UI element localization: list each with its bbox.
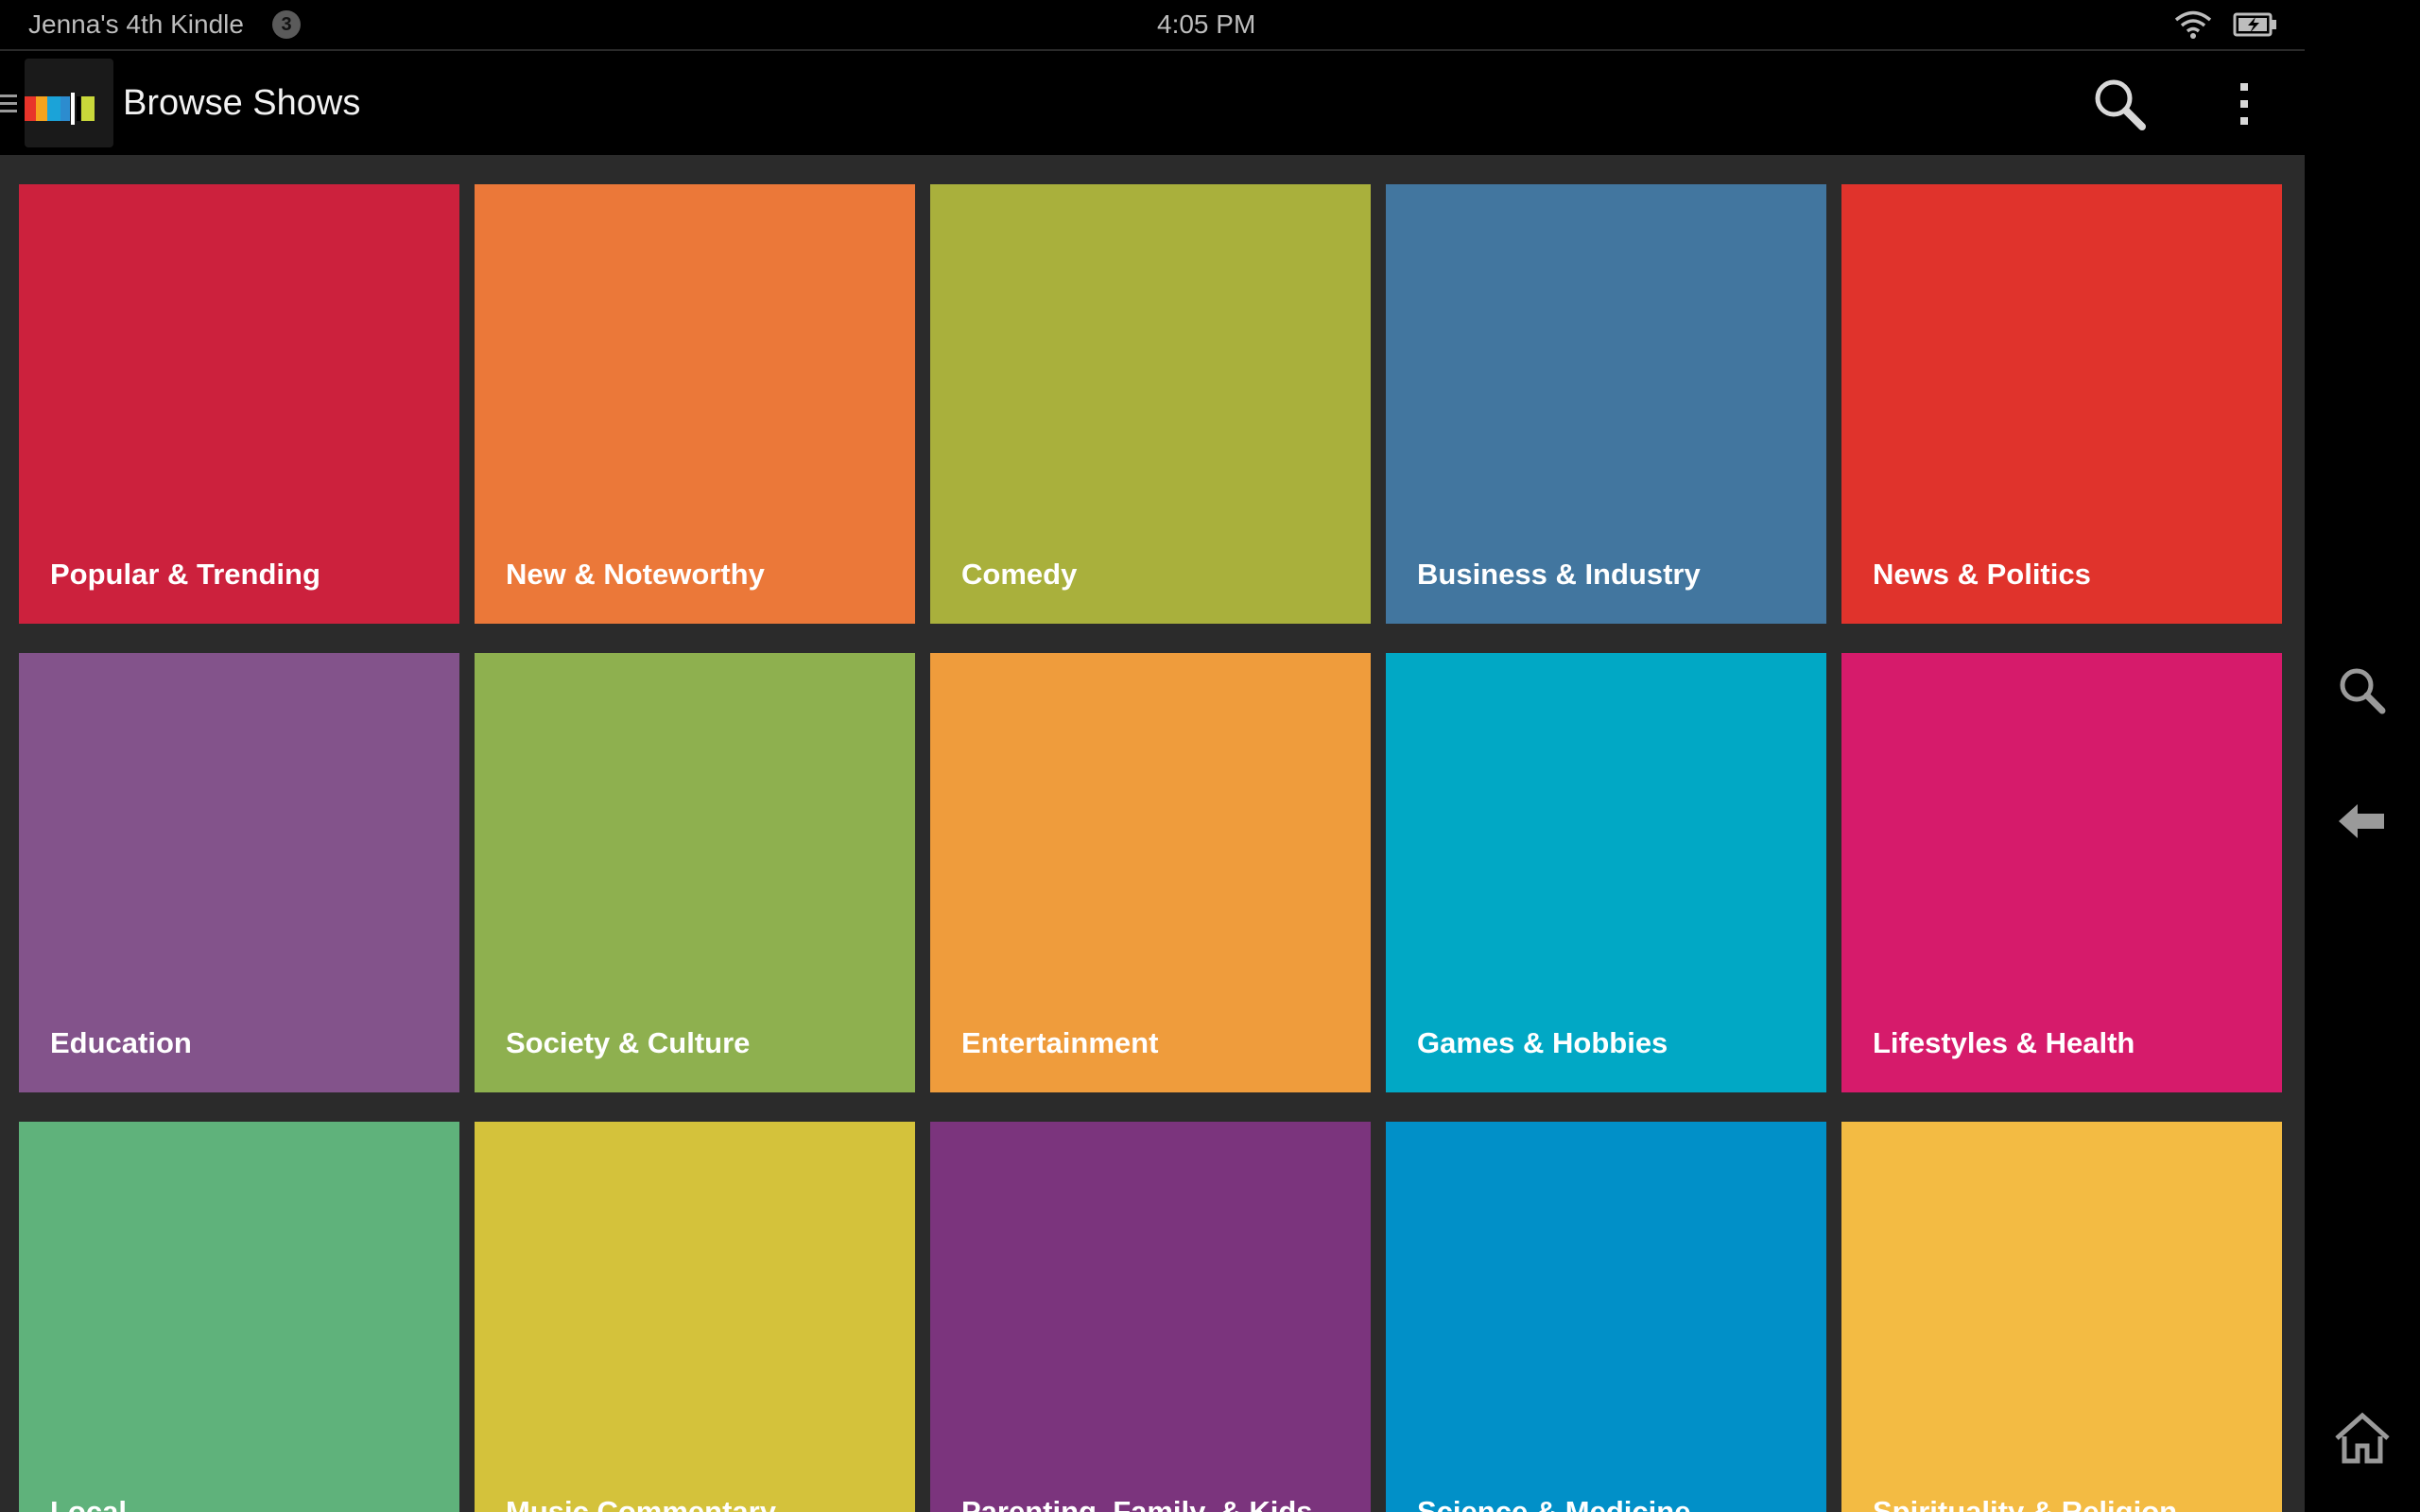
- category-label: Entertainment: [961, 1026, 1159, 1059]
- search-icon[interactable]: [2333, 662, 2392, 720]
- notification-count-badge[interactable]: 3: [272, 10, 301, 39]
- home-icon[interactable]: [2333, 1408, 2392, 1467]
- category-label: New & Noteworthy: [506, 558, 765, 591]
- category-tile-science-medicine[interactable]: Science & Medicine: [1386, 1122, 1826, 1512]
- category-tile-comedy[interactable]: Comedy: [930, 184, 1371, 624]
- category-tile-entertainment[interactable]: Entertainment: [930, 653, 1371, 1092]
- category-label: Education: [50, 1026, 192, 1059]
- device-name: Jenna's 4th Kindle: [28, 9, 244, 39]
- category-label: Society & Culture: [506, 1026, 751, 1059]
- category-label: Parenting, Family, & Kids: [961, 1495, 1313, 1512]
- category-tile-parenting-family-kids[interactable]: Parenting, Family, & Kids: [930, 1122, 1371, 1512]
- page-title: Browse Shows: [123, 83, 361, 123]
- category-label: Business & Industry: [1417, 558, 1701, 591]
- app-logo[interactable]: [25, 59, 113, 147]
- category-tile-society-culture[interactable]: Society & Culture: [475, 653, 915, 1092]
- category-label: Popular & Trending: [50, 558, 320, 591]
- back-icon[interactable]: [2333, 792, 2392, 850]
- category-tile-news-politics[interactable]: News & Politics: [1841, 184, 2282, 624]
- clock: 4:05 PM: [1157, 9, 1256, 39]
- category-tile-music-commentary[interactable]: Music Commentary: [475, 1122, 915, 1512]
- kindle-screen: Jenna's 4th Kindle 3 4:05 PM Browse Show…: [0, 0, 2420, 1512]
- wifi-icon: [2174, 10, 2212, 39]
- action-bar: Browse Shows: [0, 53, 2305, 155]
- drawer-icon[interactable]: [0, 91, 17, 117]
- category-tile-local[interactable]: Local: [19, 1122, 459, 1512]
- category-label: Science & Medicine: [1417, 1495, 1691, 1512]
- category-tile-education[interactable]: Education: [19, 653, 459, 1092]
- category-tile-popular-trending[interactable]: Popular & Trending: [19, 184, 459, 624]
- system-nav-bar: [2305, 0, 2420, 1512]
- category-grid: Popular & Trending New & Noteworthy Come…: [0, 155, 2305, 1512]
- category-tile-new-noteworthy[interactable]: New & Noteworthy: [475, 184, 915, 624]
- category-label: Lifestyles & Health: [1873, 1026, 2135, 1059]
- app-logo-icon: [25, 93, 95, 125]
- category-label: Local: [50, 1495, 127, 1512]
- status-bar: Jenna's 4th Kindle 3 4:05 PM: [0, 0, 2305, 51]
- category-tile-business-industry[interactable]: Business & Industry: [1386, 184, 1826, 624]
- category-label: News & Politics: [1873, 558, 2091, 591]
- category-tile-spirituality-religion[interactable]: Spirituality & Religion: [1841, 1122, 2282, 1512]
- category-tile-games-hobbies[interactable]: Games & Hobbies: [1386, 653, 1826, 1092]
- category-tile-lifestyles-health[interactable]: Lifestyles & Health: [1841, 653, 2282, 1092]
- overflow-menu-icon[interactable]: [2221, 74, 2269, 134]
- search-icon[interactable]: [2089, 74, 2150, 134]
- battery-icon: [2233, 12, 2276, 37]
- category-label: Music Commentary: [506, 1495, 776, 1512]
- category-label: Comedy: [961, 558, 1078, 591]
- category-label: Spirituality & Religion: [1873, 1495, 2178, 1512]
- category-label: Games & Hobbies: [1417, 1026, 1668, 1059]
